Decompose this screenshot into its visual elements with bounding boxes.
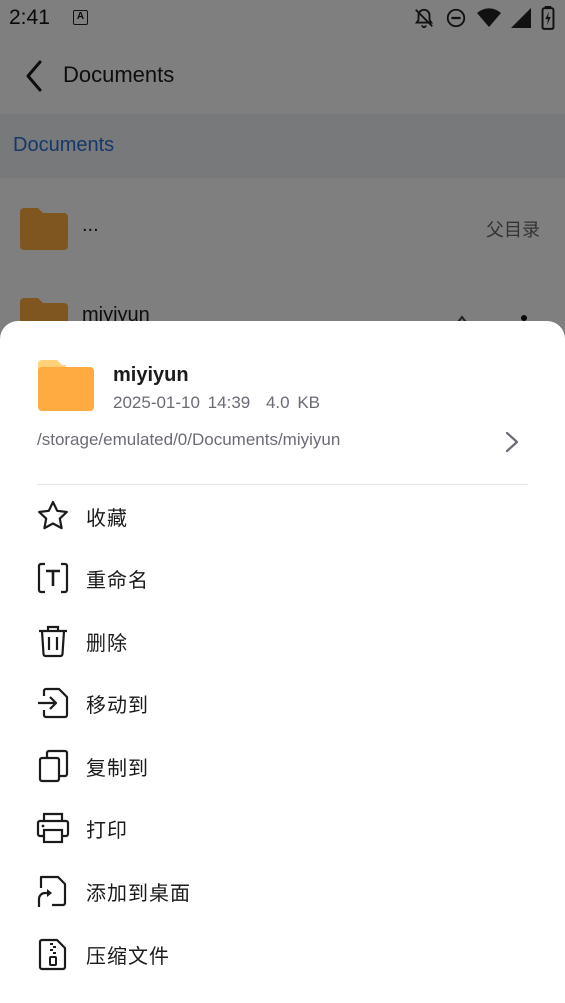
chevron-right-icon[interactable]: [500, 429, 524, 455]
menu-item-delete[interactable]: 删除: [0, 610, 565, 672]
menu-item-rename[interactable]: 重命名: [0, 547, 565, 609]
menu-label: 移动到: [86, 693, 149, 717]
move-icon: [38, 687, 69, 719]
printer-icon: [36, 812, 70, 844]
star-icon: [38, 500, 68, 530]
rename-icon: [37, 562, 69, 594]
menu-item-add-to-desktop[interactable]: 添加到桌面: [0, 860, 565, 922]
menu-label: 压缩文件: [86, 944, 170, 968]
menu-item-print[interactable]: 打印: [0, 797, 565, 859]
menu-label: 重命名: [86, 568, 149, 592]
menu-label: 删除: [86, 631, 128, 655]
shortcut-icon: [37, 875, 67, 907]
menu-item-move[interactable]: 移动到: [0, 672, 565, 734]
file-size: 4.0 KB: [265, 393, 321, 412]
trash-icon: [39, 625, 67, 658]
menu-item-copy[interactable]: 复制到: [0, 735, 565, 797]
file-manager-app: 2:41 A: [0, 0, 565, 1003]
menu-item-compress[interactable]: 压缩文件: [0, 923, 565, 985]
bottom-sheet: miyiyun 2025-01-10 14:39 4.0 KB /storage…: [0, 321, 565, 1003]
menu-label: 收藏: [86, 506, 128, 530]
file-title: miyiyun: [113, 364, 189, 386]
folder-icon: [38, 360, 94, 411]
copy-icon: [38, 749, 69, 783]
file-meta: 2025-01-10 14:39 4.0 KB: [113, 393, 320, 413]
file-date: 2025-01-10 14:39: [113, 393, 251, 412]
menu-label: 添加到桌面: [86, 881, 191, 905]
menu-label: 打印: [86, 818, 128, 842]
menu-item-favorite[interactable]: 收藏: [0, 485, 565, 547]
zip-icon: [38, 938, 67, 971]
menu-label: 复制到: [86, 756, 149, 780]
file-path[interactable]: /storage/emulated/0/Documents/miyiyun: [37, 430, 340, 450]
